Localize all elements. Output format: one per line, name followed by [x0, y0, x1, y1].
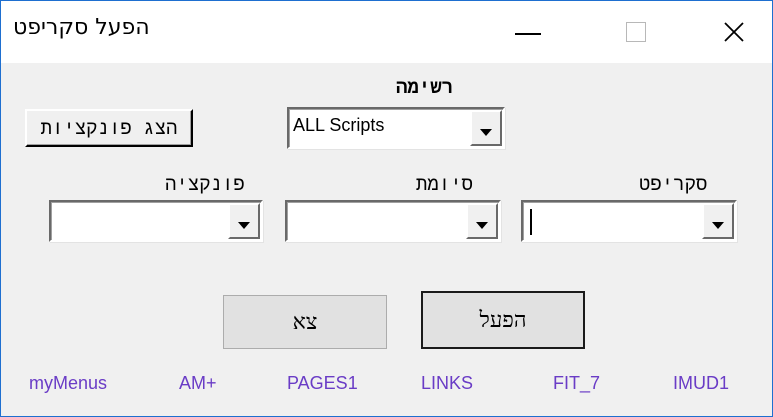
link-am-plus[interactable]: AM+: [179, 373, 217, 394]
show-functions-button[interactable]: הצג פונקציות: [25, 109, 193, 147]
extension-select[interactable]: [285, 200, 501, 242]
function-select[interactable]: [49, 200, 263, 242]
list-label: רשימה: [396, 76, 454, 98]
chevron-down-icon: [238, 221, 250, 229]
close-icon: [724, 22, 744, 42]
link-fit-7[interactable]: FIT_7: [553, 373, 600, 394]
function-dropdown-button[interactable]: [228, 203, 260, 239]
extension-label: סיומת: [416, 173, 474, 195]
script-select[interactable]: [521, 200, 737, 242]
link-mymenus[interactable]: myMenus: [29, 373, 107, 394]
list-select[interactable]: ALL Scripts: [287, 107, 505, 149]
minimize-button[interactable]: [483, 1, 573, 63]
extension-dropdown-button[interactable]: [466, 203, 498, 239]
script-dropdown-button[interactable]: [702, 203, 734, 239]
run-button[interactable]: הפעל: [421, 291, 585, 349]
link-links[interactable]: LINKS: [421, 373, 473, 394]
list-dropdown-button[interactable]: [470, 110, 502, 146]
text-cursor: [530, 209, 532, 235]
maximize-icon: [626, 22, 646, 42]
exit-button[interactable]: צא: [223, 295, 387, 349]
link-pages1[interactable]: PAGES1: [287, 373, 358, 394]
link-imud1[interactable]: IMUD1: [673, 373, 729, 394]
list-select-value: ALL Scripts: [293, 115, 385, 135]
chevron-down-icon: [712, 221, 724, 229]
chevron-down-icon: [480, 128, 492, 136]
run-script-dialog: הפעל סקריפט רשימה ALL Scripts הצג פונקצי…: [0, 0, 773, 417]
maximize-button[interactable]: [591, 1, 681, 63]
script-label: סקריפט: [639, 173, 708, 195]
function-label: פונקציה: [165, 173, 245, 195]
chevron-down-icon: [476, 221, 488, 229]
minimize-icon: [515, 33, 541, 35]
close-button[interactable]: [689, 1, 773, 63]
title-bar[interactable]: הפעל סקריפט: [1, 1, 772, 63]
window-title: הפעל סקריפט: [13, 15, 150, 40]
